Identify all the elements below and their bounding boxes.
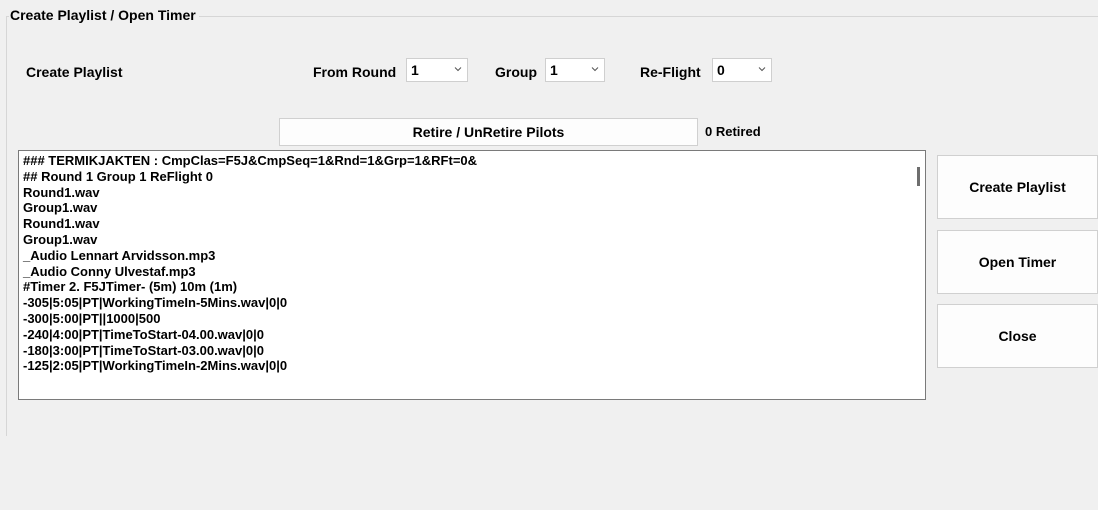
list-item[interactable]: _Audio Lennart Arvidsson.mp3 bbox=[23, 248, 925, 264]
list-item[interactable]: ## Round 1 Group 1 ReFlight 0 bbox=[23, 169, 925, 185]
retire-unretire-button[interactable]: Retire / UnRetire Pilots bbox=[279, 118, 698, 146]
list-item[interactable]: Round1.wav bbox=[23, 216, 925, 232]
reflight-select[interactable]: 0 bbox=[712, 58, 772, 82]
list-item[interactable]: _Audio Conny Ulvestaf.mp3 bbox=[23, 264, 925, 280]
list-item[interactable]: -305|5:05|PT|WorkingTimeIn-5Mins.wav|0|0 bbox=[23, 295, 925, 311]
list-item[interactable]: -180|3:00|PT|TimeToStart-03.00.wav|0|0 bbox=[23, 343, 925, 359]
reflight-label: Re-Flight bbox=[640, 64, 701, 80]
group-label: Group bbox=[495, 64, 537, 80]
chevron-down-icon bbox=[454, 67, 462, 72]
listbox-scrollbar-thumb[interactable] bbox=[917, 167, 920, 186]
create-playlist-label: Create Playlist bbox=[26, 64, 123, 80]
open-timer-label: Open Timer bbox=[978, 254, 1057, 270]
group-select[interactable]: 1 bbox=[545, 58, 605, 82]
list-item[interactable]: -125|2:05|PT|WorkingTimeIn-2Mins.wav|0|0 bbox=[23, 358, 925, 374]
create-playlist-button[interactable]: Create Playlist bbox=[937, 155, 1098, 219]
chevron-down-icon bbox=[591, 67, 599, 72]
playlist-listbox[interactable]: ### TERMIKJAKTEN : CmpClas=F5J&CmpSeq=1&… bbox=[18, 150, 926, 400]
list-item[interactable]: -240|4:00|PT|TimeToStart-04.00.wav|0|0 bbox=[23, 327, 925, 343]
playlist-lines: ### TERMIKJAKTEN : CmpClas=F5J&CmpSeq=1&… bbox=[19, 151, 925, 374]
retired-count: 0 Retired bbox=[705, 124, 761, 139]
from-round-label: From Round bbox=[313, 64, 397, 80]
list-item[interactable]: #Timer 2. F5JTimer- (5m) 10m (1m) bbox=[23, 279, 925, 295]
from-round-select[interactable]: 1 bbox=[406, 58, 468, 82]
reflight-value: 0 bbox=[717, 62, 725, 78]
open-timer-button[interactable]: Open Timer bbox=[937, 230, 1098, 294]
group-value: 1 bbox=[550, 62, 558, 78]
list-item[interactable]: Group1.wav bbox=[23, 232, 925, 248]
chevron-down-icon bbox=[758, 67, 766, 72]
list-item[interactable]: Group1.wav bbox=[23, 200, 925, 216]
groupbox-title: Create Playlist / Open Timer bbox=[9, 7, 199, 23]
list-item[interactable]: ### TERMIKJAKTEN : CmpClas=F5J&CmpSeq=1&… bbox=[23, 153, 925, 169]
close-button[interactable]: Close bbox=[937, 304, 1098, 368]
list-item[interactable]: -300|5:00|PT||1000|500 bbox=[23, 311, 925, 327]
from-round-value: 1 bbox=[411, 62, 419, 78]
list-item[interactable]: Round1.wav bbox=[23, 185, 925, 201]
